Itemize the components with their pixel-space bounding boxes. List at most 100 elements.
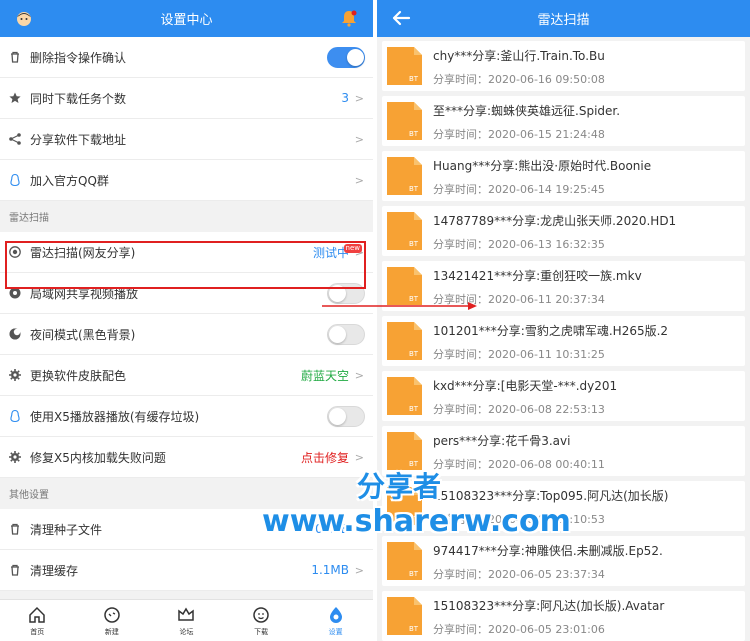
bt-file-icon: BT [387, 377, 422, 415]
settings-row-rows_radar-2[interactable]: 夜间模式(黑色背景) [0, 314, 373, 355]
chevron-right-icon: > [354, 450, 364, 464]
settings-row-label: 清理种子文件 [30, 522, 103, 537]
toggle-knob [329, 408, 346, 425]
share-list-item[interactable]: BT 101201***分享:雪豹之虎啸军魂.H265版.2 分享时间：2020-0… [382, 316, 745, 366]
nav-item-2[interactable]: 论坛 [149, 600, 224, 641]
share-time: 分享时间：2020-06-13 16:32:35 [433, 238, 605, 251]
share-list-item[interactable]: BT 14787789***分享:龙虎山张天师.2020.HD1 分享时间：2020… [382, 206, 745, 256]
share-time: 分享时间：2020-06-08 00:40:11 [433, 458, 605, 471]
toggle-switch[interactable] [327, 406, 365, 427]
settings-row-label: 清理缓存 [30, 563, 79, 578]
bt-label: BT [409, 240, 419, 248]
bt-label: BT [409, 130, 419, 138]
bt-file-icon: BT [387, 212, 422, 250]
settings-row-value: 1.1MB [311, 563, 349, 577]
share-time: 分享时间：2020-06-14 19:25:45 [433, 183, 605, 196]
qq-icon [10, 173, 20, 187]
share-title: 13421421***分享:重创狂咬一族.mkv [433, 269, 642, 283]
bt-label: BT [409, 75, 419, 83]
gear-icon [9, 369, 21, 381]
avatar-icon[interactable] [14, 8, 34, 28]
trash-icon [11, 523, 19, 535]
crown-icon [178, 607, 195, 621]
radar-header: 雷达扫描 [377, 0, 750, 37]
share-list-item[interactable]: BT Huang***分享:熊出没·原始时代.Boonie 分享时间：2020-06… [382, 151, 745, 201]
share-title: 14787789***分享:龙虎山张天师.2020.HD1 [433, 214, 677, 228]
bell-icon[interactable] [339, 8, 359, 28]
share-title: chy***分享:釜山行.Train.To.Bu [433, 49, 605, 63]
bt-file-icon: BT [387, 157, 422, 195]
settings-row-value: 点击修复 [300, 450, 349, 465]
bt-label: BT [409, 570, 419, 578]
settings-row-rows_top-3[interactable]: 加入官方QQ群 > [0, 160, 373, 201]
trash-icon [11, 564, 19, 576]
settings-row-rows_top-2[interactable]: 分享软件下载地址 > [0, 119, 373, 160]
share-icon [9, 133, 21, 145]
nav-label: 下载 [254, 627, 269, 636]
toggle-switch[interactable] [327, 324, 365, 345]
bt-file-icon: BT [387, 267, 422, 305]
watermark-url: www.sharerw.com [262, 504, 571, 539]
settings-row-label: 更换软件皮肤配色 [30, 368, 127, 383]
share-title: 101201***分享:雪豹之虎啸军魂.H265版.2 [433, 324, 669, 338]
moon-icon [9, 328, 21, 340]
settings-row-value: 蔚蓝天空 [300, 368, 349, 383]
share-list-item[interactable]: BT kxd***分享:[电影天堂-***.dy201 分享时间：2020-06-0… [382, 371, 745, 421]
share-title: kxd***分享:[电影天堂-***.dy201 [433, 379, 618, 393]
settings-icon [329, 606, 342, 623]
nav-item-0[interactable]: 首页 [0, 600, 75, 641]
settings-row-rows_radar-4[interactable]: 使用X5播放器播放(有缓存垃圾) [0, 396, 373, 437]
settings-row-rows_other-1[interactable]: 清理缓存 1.1MB > [0, 550, 373, 591]
share-time: 分享时间：2020-06-05 23:01:06 [433, 623, 605, 636]
settings-row-label: 删除指令操作确认 [30, 50, 127, 65]
nav-item-1[interactable]: 新建 [75, 600, 150, 641]
nav-label: 首页 [30, 627, 45, 636]
share-list-item[interactable]: BT chy***分享:釜山行.Train.To.Bu 分享时间：2020-06-1… [382, 41, 745, 91]
nav-label: 设置 [328, 627, 343, 636]
bt-file-icon: BT [387, 542, 422, 580]
bt-label: BT [409, 405, 419, 413]
watermark-cn: 分享者 [357, 470, 442, 503]
share-title: pers***分享:花千骨3.avi [433, 434, 571, 448]
settings-row-rows_radar-5[interactable]: 修复X5内核加载失败问题 点击修复 > [0, 437, 373, 478]
share-title: 15108323***分享:阿凡达(加长版).Avatar [433, 599, 665, 613]
bt-label: BT [409, 350, 419, 358]
section-radar-header: 雷达扫描 [0, 201, 373, 232]
gear-icon [9, 451, 21, 463]
download-icon [253, 606, 269, 623]
page-title: 设置中心 [160, 13, 213, 28]
chevron-right-icon: > [354, 91, 364, 105]
share-list-item[interactable]: BT 至***分享:蜘蛛侠英雄远征.Spider. 分享时间：2020-06-15 … [382, 96, 745, 146]
share-time: 分享时间：2020-06-11 10:31:25 [433, 348, 605, 361]
nav-item-3[interactable]: 下载 [224, 600, 299, 641]
home-icon [29, 606, 46, 623]
nav-label: 论坛 [179, 627, 194, 636]
toggle-switch[interactable] [327, 47, 365, 68]
settings-row-rows_radar-3[interactable]: 更换软件皮肤配色 蔚蓝天空 > [0, 355, 373, 396]
share-title: 974417***分享:神雕侠侣.未删减版.Ep52. [433, 544, 663, 558]
toggle-knob [347, 49, 364, 66]
settings-row-value: 3 [341, 91, 349, 105]
star-icon [9, 92, 21, 103]
bt-label: BT [409, 625, 419, 633]
back-arrow-icon[interactable] [391, 8, 411, 28]
pointer-arrow [322, 302, 477, 310]
chevron-right-icon: > [354, 368, 364, 382]
settings-screen: 设置中心 删除指令操作确认 同时下载任务个数 3 > 分享软件下载地址 > 加入官方QQ群 >… [0, 0, 373, 641]
settings-row-label: 加入官方QQ群 [30, 173, 109, 188]
share-title: 至***分享:蜘蛛侠英雄远征.Spider. [433, 104, 621, 118]
share-list-item[interactable]: BT 974417***分享:神雕侠侣.未删减版.Ep52. 分享时间：2020-0… [382, 536, 745, 586]
bt-file-icon: BT [387, 597, 422, 635]
nav-label: 新建 [104, 627, 119, 636]
settings-row-label: 分享软件下载地址 [30, 132, 127, 147]
qq-icon [10, 409, 20, 423]
settings-row-rows_top-0[interactable]: 删除指令操作确认 [0, 37, 373, 78]
nav-item-4[interactable]: 设置 [298, 600, 373, 641]
share-list-item[interactable]: BT 15108323***分享:阿凡达(加长版).Avatar 分享时间：2020… [382, 591, 745, 641]
settings-row-label: 夜间模式(黑色背景) [30, 327, 136, 342]
share-time: 分享时间：2020-06-15 21:24:48 [433, 128, 605, 141]
page-title: 雷达扫描 [537, 13, 590, 28]
settings-row-rows_top-1[interactable]: 同时下载任务个数 3 > [0, 78, 373, 119]
settings-header: 设置中心 [0, 0, 373, 37]
settings-row-label: 同时下载任务个数 [30, 91, 127, 106]
